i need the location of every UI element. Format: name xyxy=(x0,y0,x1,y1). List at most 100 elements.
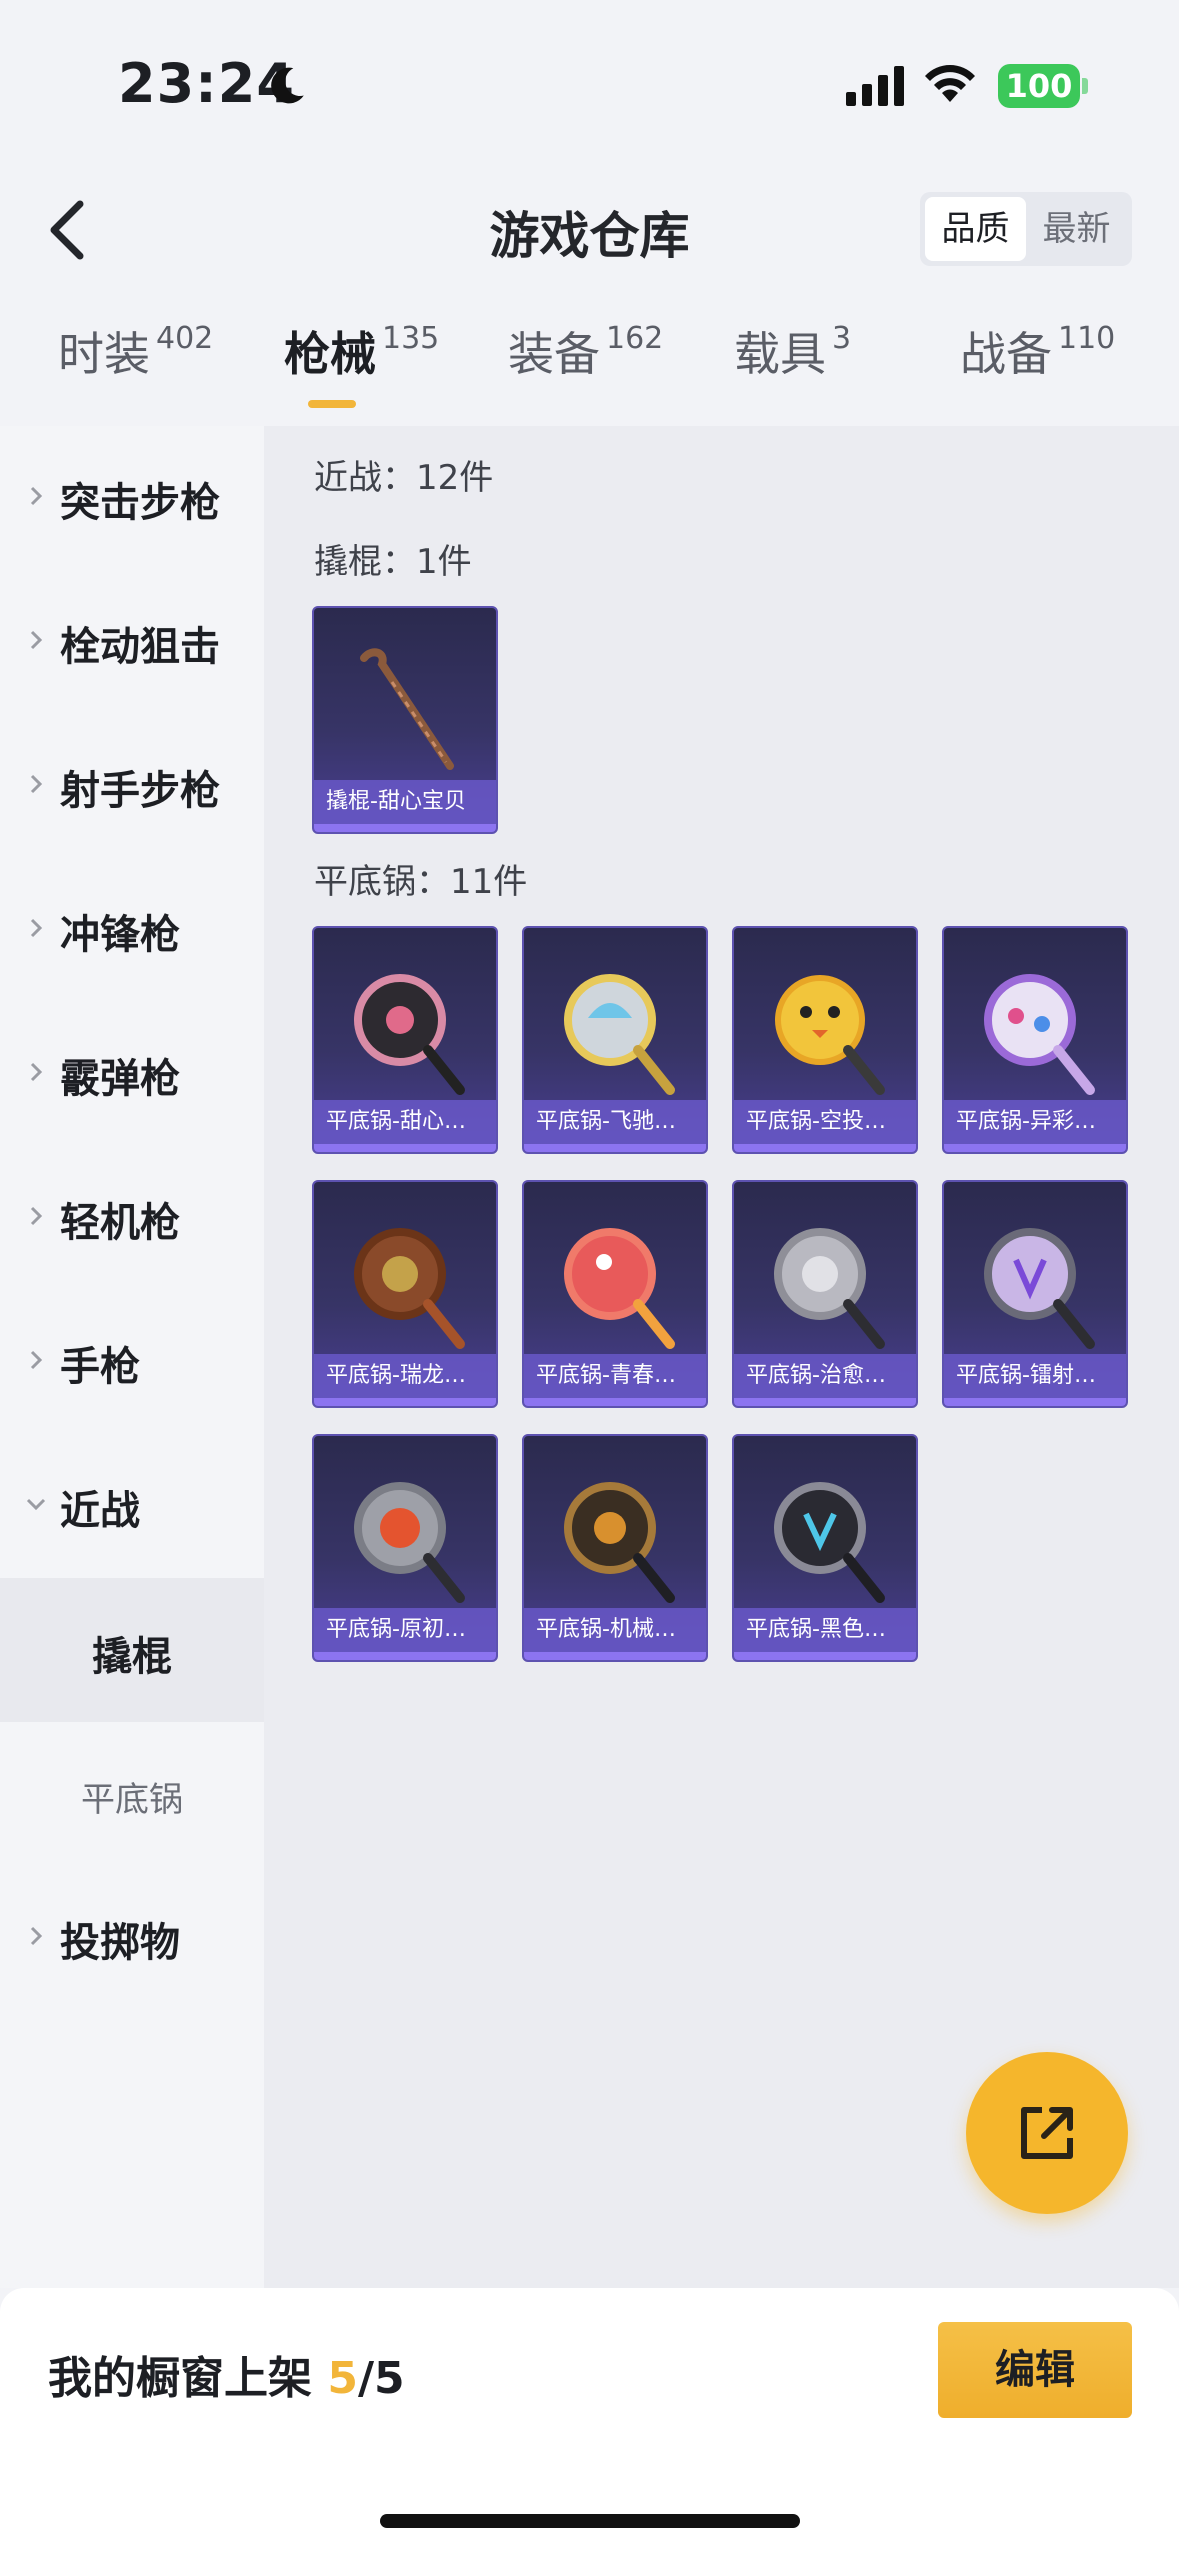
item-label: 平底锅-飞驰… xyxy=(524,1100,706,1144)
sidebar-item-label: 冲锋枪 xyxy=(60,912,180,958)
chevron-right-icon xyxy=(30,1926,43,1946)
sidebar-item-label: 霰弹枪 xyxy=(60,1056,180,1102)
frying-pan-icon xyxy=(775,975,885,1095)
sidebar-item-bolt-sniper[interactable]: 栓动狙击 xyxy=(0,570,264,714)
crowbar-section-title: 撬棍：1件 xyxy=(314,542,472,582)
rarity-strip xyxy=(734,1398,916,1406)
item-label: 平底锅-黑色… xyxy=(734,1608,916,1652)
frying-pan-icon xyxy=(354,1228,465,1349)
chevron-right-icon xyxy=(30,774,43,794)
item-card-pan[interactable]: 平底锅-异彩… xyxy=(942,926,1128,1154)
rarity-strip xyxy=(314,1652,496,1660)
sidebar-item-lmg[interactable]: 轻机枪 xyxy=(0,1146,264,1290)
tab-count: 3 xyxy=(832,321,852,356)
item-label: 平底锅-空投… xyxy=(734,1100,916,1144)
sidebar-item-label: 栓动狙击 xyxy=(60,624,220,670)
sort-by-latest[interactable]: 最新 xyxy=(1026,197,1127,261)
chevron-right-icon xyxy=(30,1206,43,1226)
chevron-right-icon xyxy=(30,630,43,650)
moon-icon xyxy=(271,67,304,104)
frying-pan-icon xyxy=(774,1482,885,1603)
sidebar-item-melee[interactable]: 近战 xyxy=(0,1434,264,1578)
sidebar-item-label: 投掷物 xyxy=(60,1920,180,1966)
rarity-strip xyxy=(314,824,496,832)
rarity-strip xyxy=(734,1652,916,1660)
status-bar: 23:24 100 xyxy=(0,0,1179,170)
item-label: 平底锅-原初… xyxy=(314,1608,496,1652)
item-card-crowbar[interactable]: 撬棍-甜心宝贝 xyxy=(312,606,498,834)
battery-tip xyxy=(1082,78,1088,94)
item-label: 平底锅-瑞龙… xyxy=(314,1354,496,1398)
share-button[interactable] xyxy=(966,2052,1128,2214)
rarity-strip xyxy=(944,1144,1126,1152)
active-tab-indicator xyxy=(308,400,356,408)
tab-equipment[interactable]: 装备 162 xyxy=(508,318,663,384)
sidebar-item-shotgun[interactable]: 霰弹枪 xyxy=(0,1002,264,1146)
chevron-right-icon xyxy=(30,918,43,938)
tab-label: 装备 xyxy=(508,327,600,381)
home-indicator[interactable] xyxy=(380,2514,800,2528)
tab-vehicles[interactable]: 载具 3 xyxy=(734,318,851,384)
frying-pan-icon xyxy=(984,974,1095,1095)
item-card-pan[interactable]: 平底锅-治愈… xyxy=(732,1180,918,1408)
item-label: 平底锅-甜心… xyxy=(314,1100,496,1144)
item-card-pan[interactable]: 平底锅-甜心… xyxy=(312,926,498,1154)
item-card-pan[interactable]: 平底锅-机械… xyxy=(522,1434,708,1662)
sort-by-quality[interactable]: 品质 xyxy=(925,197,1026,261)
category-tabs: 时装 402 枪械 135 装备 162 载具 3 战备 110 xyxy=(0,318,1179,428)
frying-pan-icon xyxy=(984,1228,1095,1349)
tab-count: 135 xyxy=(382,321,440,356)
sidebar-subitem-pan[interactable]: 平底锅 xyxy=(0,1722,264,1866)
frying-pan-icon xyxy=(564,974,675,1095)
rarity-strip xyxy=(524,1398,706,1406)
pan-section-title: 平底锅：11件 xyxy=(314,862,528,902)
item-card-pan[interactable]: 平底锅-空投… xyxy=(732,926,918,1154)
crowbar-icon xyxy=(360,648,454,770)
chevron-right-icon xyxy=(30,1062,43,1082)
category-sidebar: 突击步枪 栓动狙击 射手步枪 冲锋枪 霰弹枪 轻机枪 手枪 近战 撬棍 平底锅 … xyxy=(0,426,264,2288)
frying-pan-icon xyxy=(354,974,465,1095)
rarity-strip xyxy=(314,1144,496,1152)
sidebar-item-throwables[interactable]: 投掷物 xyxy=(0,1866,264,2010)
edit-button[interactable]: 编辑 xyxy=(938,2322,1132,2418)
rarity-strip xyxy=(734,1144,916,1152)
tab-label: 载具 xyxy=(734,327,826,381)
rarity-strip xyxy=(524,1144,706,1152)
sidebar-item-marksman-rifle[interactable]: 射手步枪 xyxy=(0,714,264,858)
chevron-right-icon xyxy=(30,1350,43,1370)
showcase-panel: 我的橱窗上架 5/5 编辑 xyxy=(0,2288,1179,2556)
battery-indicator: 100 xyxy=(998,64,1080,108)
frying-pan-icon xyxy=(564,1228,675,1349)
wifi-icon xyxy=(925,65,975,102)
item-card-pan[interactable]: 平底锅-原初… xyxy=(312,1434,498,1662)
sidebar-item-assault-rifle[interactable]: 突击步枪 xyxy=(0,426,264,570)
share-icon xyxy=(1021,2107,1073,2159)
tab-tactical[interactable]: 战备 110 xyxy=(960,318,1115,384)
item-label: 平底锅-机械… xyxy=(524,1608,706,1652)
item-card-pan[interactable]: 平底锅-镭射… xyxy=(942,1180,1128,1408)
tab-label: 枪械 xyxy=(284,327,376,381)
item-card-pan[interactable]: 平底锅-青春… xyxy=(522,1180,708,1408)
tab-firearms[interactable]: 枪械 135 xyxy=(284,318,439,384)
item-card-pan[interactable]: 平底锅-黑色… xyxy=(732,1434,918,1662)
item-card-pan[interactable]: 平底锅-瑞龙… xyxy=(312,1180,498,1408)
sidebar-subitem-label: 平底锅 xyxy=(81,1780,183,1820)
sidebar-item-pistol[interactable]: 手枪 xyxy=(0,1290,264,1434)
sidebar-item-label: 手枪 xyxy=(60,1344,140,1390)
tab-count: 402 xyxy=(156,321,214,356)
showcase-total: /5 xyxy=(357,2353,405,2404)
tab-label: 战备 xyxy=(960,327,1052,381)
showcase-prefix: 我的橱窗上架 xyxy=(48,2353,328,2404)
chevron-down-icon xyxy=(26,1498,46,1511)
frying-pan-icon xyxy=(774,1228,885,1349)
tab-fashion[interactable]: 时装 402 xyxy=(58,318,213,384)
item-label: 平底锅-青春… xyxy=(524,1354,706,1398)
item-content-area: 近战：12件 撬棍：1件 撬棍-甜心宝贝 平底锅：11件 平底锅-甜心… 平底锅… xyxy=(264,426,1179,2288)
frying-pan-icon xyxy=(354,1482,465,1603)
chevron-right-icon xyxy=(30,486,43,506)
sidebar-item-smg[interactable]: 冲锋枪 xyxy=(0,858,264,1002)
sidebar-item-label: 突击步枪 xyxy=(60,480,220,526)
sidebar-subitem-crowbar[interactable]: 撬棍 xyxy=(0,1578,264,1722)
sidebar-item-label: 射手步枪 xyxy=(60,768,220,814)
item-card-pan[interactable]: 平底锅-飞驰… xyxy=(522,926,708,1154)
